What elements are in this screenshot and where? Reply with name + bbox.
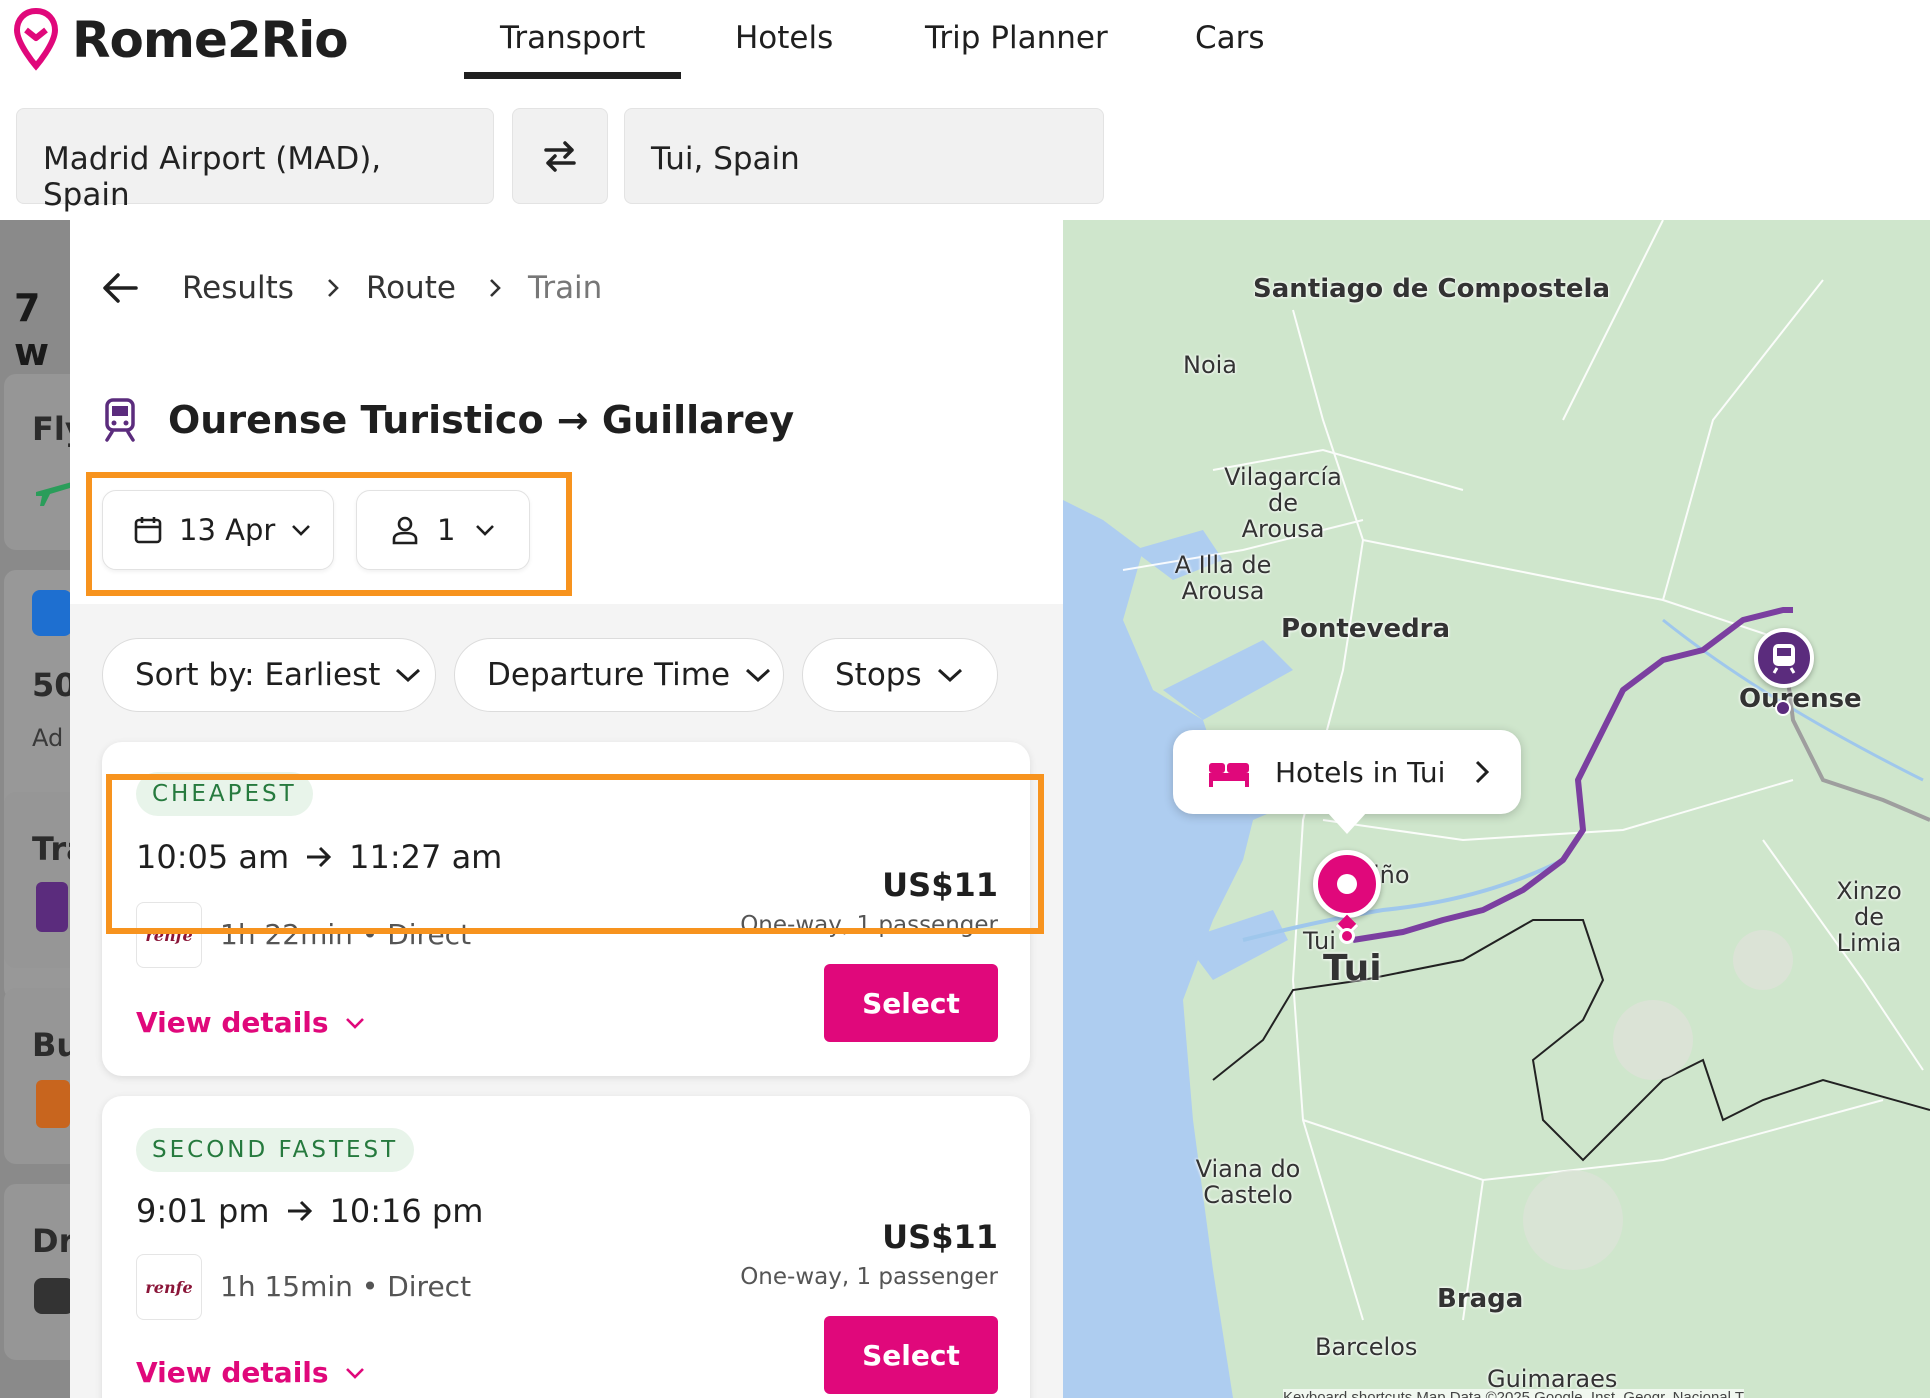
ad-logo-icon bbox=[32, 590, 70, 636]
map-attribution[interactable]: Keyboard shortcuts Map Data ©2025 Google… bbox=[1283, 1389, 1745, 1398]
ourense-dot bbox=[1775, 700, 1791, 716]
map-label-xinzo: Xinzo de Limia bbox=[1836, 877, 1902, 957]
bg-price: 50 bbox=[32, 666, 70, 704]
sort-label: Sort by: Earliest bbox=[135, 657, 381, 693]
map-view[interactable]: Santiago de Compostela Noia Vilagarcía d… bbox=[1063, 220, 1930, 1398]
route-detail-panel: Results Route Train Ourense Turistico → … bbox=[70, 220, 1063, 1398]
logo-pin-icon bbox=[14, 8, 58, 71]
background-results-list: 7 w Fly 50 Ad Tra Bu Dri bbox=[0, 220, 70, 1398]
map-label-pontevedra: Pontevedra bbox=[1281, 614, 1451, 644]
select-button[interactable]: Select bbox=[824, 964, 998, 1042]
map-label-noia: Noia bbox=[1183, 351, 1238, 379]
map-label-barcelos: Barcelos bbox=[1315, 1333, 1418, 1361]
map-label-a-illa: A Illa de Arousa bbox=[1174, 551, 1272, 605]
departure-time-filter[interactable]: Departure Time bbox=[454, 638, 784, 712]
tui-dot bbox=[1339, 928, 1355, 944]
breadcrumb: Results Route Train bbox=[100, 270, 602, 306]
highlight-date-passenger bbox=[86, 472, 572, 596]
map-label-braga: Braga bbox=[1437, 1284, 1524, 1314]
renfe-logo: renfe bbox=[136, 1254, 202, 1320]
result-card-2[interactable]: SECOND FASTEST 9:01 pm 10:16 pm renfe 1h… bbox=[102, 1096, 1030, 1398]
destination-input[interactable]: Tui, Spain bbox=[624, 108, 1104, 204]
bed-icon bbox=[1209, 763, 1249, 787]
bg-label-drive: Dri bbox=[32, 1222, 70, 1260]
car-icon bbox=[34, 1278, 70, 1314]
popup-pointer bbox=[1327, 812, 1367, 834]
bg-card-bus bbox=[4, 988, 70, 1164]
map-label-viana: Viana do Castelo bbox=[1195, 1155, 1301, 1209]
sort-dropdown[interactable]: Sort by: Earliest bbox=[102, 638, 436, 712]
breadcrumb-results[interactable]: Results bbox=[182, 270, 294, 306]
chevron-down-icon bbox=[396, 668, 421, 683]
bg-heading: 7 w bbox=[14, 286, 50, 374]
chevron-right-icon bbox=[1476, 760, 1490, 784]
hotels-in-tui-button[interactable]: Hotels in Tui bbox=[1173, 730, 1521, 814]
breadcrumb-route[interactable]: Route bbox=[366, 270, 456, 306]
bg-ad-label: Ad bbox=[32, 724, 64, 752]
trip-duration: 1h 15min • Direct bbox=[220, 1270, 472, 1303]
arrow-right-icon bbox=[287, 1200, 312, 1222]
bg-label-bus: Bu bbox=[32, 1026, 70, 1064]
tab-cars[interactable]: Cars bbox=[1195, 20, 1265, 56]
badge-second-fastest: SECOND FASTEST bbox=[136, 1128, 415, 1172]
bg-label-fly: Fly bbox=[32, 410, 70, 448]
map-label-tui: Tui bbox=[1323, 948, 1382, 989]
depart-time: 9:01 pm bbox=[136, 1192, 270, 1230]
departure-label: Departure Time bbox=[487, 657, 731, 693]
select-button[interactable]: Select bbox=[824, 1316, 998, 1394]
highlight-cheapest-trip bbox=[106, 774, 1044, 934]
top-header: Rome2Rio Transport Hotels Trip Planner C… bbox=[0, 0, 1930, 220]
back-arrow-icon[interactable] bbox=[100, 270, 140, 306]
view-details-label: View details bbox=[136, 1356, 329, 1389]
bg-label-train: Tra bbox=[32, 830, 70, 868]
stops-filter[interactable]: Stops bbox=[802, 638, 998, 712]
bus-icon bbox=[36, 1080, 70, 1128]
bg-card-fly bbox=[4, 374, 70, 550]
chevron-down-icon bbox=[345, 1367, 364, 1379]
chevron-down-icon bbox=[345, 1017, 364, 1029]
view-details-link[interactable]: View details bbox=[136, 1356, 365, 1389]
map-label-santiago: Santiago de Compostela bbox=[1253, 274, 1610, 304]
logo-text: Rome2Rio bbox=[72, 11, 349, 69]
chevron-down-icon bbox=[937, 668, 962, 683]
bg-card-train bbox=[4, 792, 70, 968]
tab-trip-planner[interactable]: Trip Planner bbox=[925, 20, 1108, 56]
map-label-ourense: Ourense bbox=[1739, 684, 1862, 714]
swap-arrows-icon bbox=[544, 141, 576, 172]
price-note: One-way, 1 passenger bbox=[740, 1264, 998, 1290]
destination-pin[interactable] bbox=[1313, 850, 1381, 918]
breadcrumb-train: Train bbox=[527, 270, 603, 306]
view-details-label: View details bbox=[136, 1006, 329, 1039]
view-details-link[interactable]: View details bbox=[136, 1006, 365, 1039]
chevron-right-icon bbox=[488, 277, 502, 299]
arrive-time: 10:16 pm bbox=[329, 1192, 484, 1230]
chevron-down-icon bbox=[746, 668, 771, 683]
trip-times: 9:01 pm 10:16 pm bbox=[136, 1192, 483, 1230]
plane-icon bbox=[34, 470, 70, 506]
rome2rio-logo[interactable]: Rome2Rio bbox=[14, 8, 349, 72]
bg-card-drive bbox=[4, 1184, 70, 1360]
map-label-vilagarcia: Vilagarcía de Arousa bbox=[1224, 463, 1342, 543]
pin-center-icon bbox=[1337, 874, 1357, 894]
bg-train-icon bbox=[36, 882, 68, 932]
hotels-in-tui-label: Hotels in Tui bbox=[1275, 755, 1446, 789]
origin-input[interactable]: Madrid Airport (MAD), Spain bbox=[16, 108, 494, 213]
train-icon bbox=[1772, 644, 1796, 674]
route-heading: Ourense Turistico → Guillarey bbox=[104, 398, 794, 442]
route-title: Ourense Turistico → Guillarey bbox=[168, 398, 795, 442]
train-station-marker[interactable] bbox=[1754, 628, 1814, 688]
stops-label: Stops bbox=[835, 657, 922, 693]
chevron-right-icon bbox=[326, 277, 340, 299]
swap-button[interactable] bbox=[512, 108, 608, 204]
tab-transport[interactable]: Transport bbox=[463, 20, 683, 79]
trip-price: US$11 bbox=[882, 1218, 998, 1256]
tab-hotels[interactable]: Hotels bbox=[735, 20, 833, 56]
train-icon bbox=[105, 398, 135, 442]
